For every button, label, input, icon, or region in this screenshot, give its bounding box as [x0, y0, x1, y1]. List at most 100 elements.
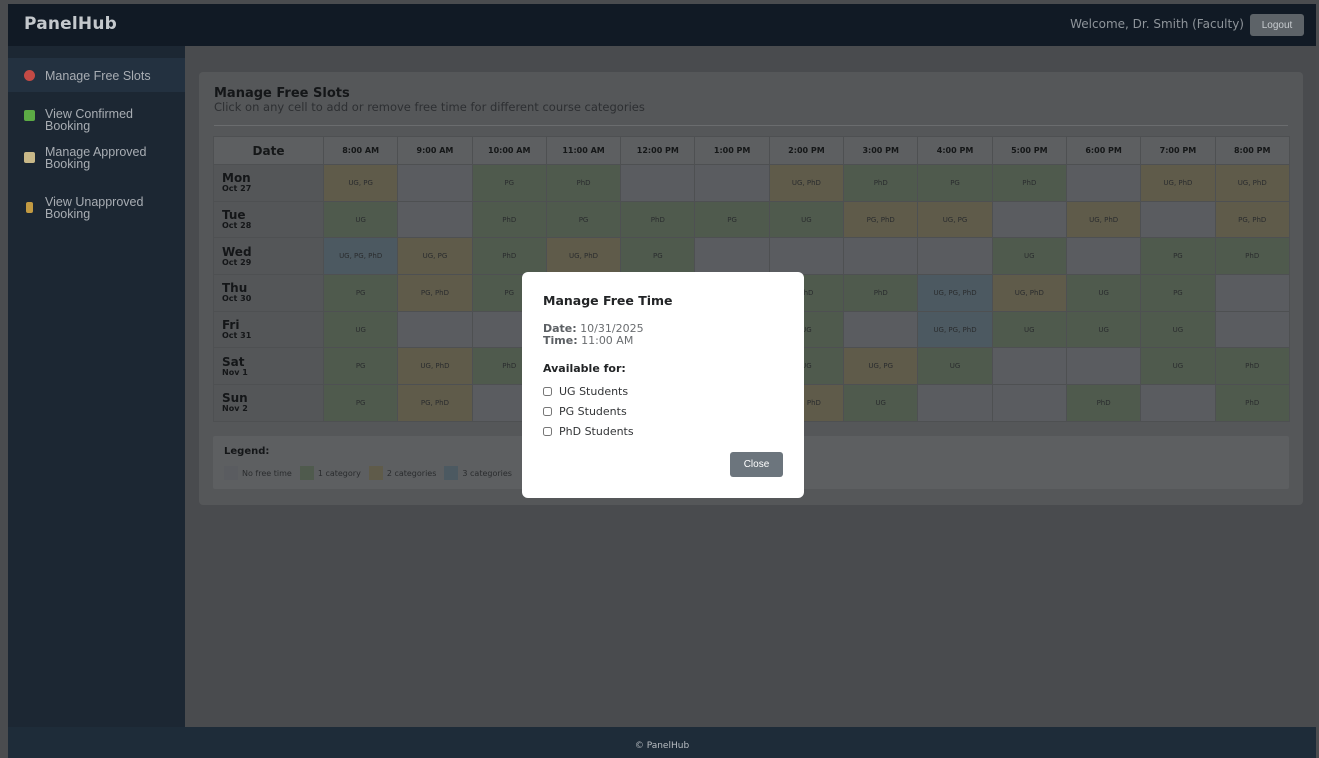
- slot-cell[interactable]: UG: [1140, 347, 1216, 386]
- sidebar-item-view-confirmed-booking[interactable]: View Confirmed Booking: [8, 108, 185, 134]
- slot-cell[interactable]: UG: [1065, 310, 1142, 349]
- slot-cell[interactable]: PhD: [843, 274, 919, 312]
- slot-cell[interactable]: UG, PG, PhD: [322, 237, 399, 276]
- slot-cell[interactable]: PG: [694, 200, 770, 239]
- alarm-clock-icon: [24, 70, 35, 81]
- slot-cell[interactable]: PhD: [1214, 384, 1290, 422]
- slot-cell[interactable]: PG: [620, 237, 696, 276]
- slot-cell[interactable]: UG, PhD: [1065, 200, 1142, 239]
- slot-cell[interactable]: UG, PG, PhD: [917, 274, 993, 312]
- slot-cell[interactable]: [397, 310, 473, 349]
- hourglass-icon: [26, 202, 33, 213]
- slot-cell[interactable]: [1065, 164, 1142, 202]
- slot-cell[interactable]: UG, PG: [322, 164, 399, 202]
- slot-cell[interactable]: UG, PhD: [397, 347, 473, 386]
- slot-cell[interactable]: PhD: [620, 200, 696, 239]
- slot-cell[interactable]: PG, PhD: [397, 384, 473, 422]
- slot-cell[interactable]: UG, PG: [843, 347, 919, 386]
- slot-cell[interactable]: PG: [1140, 237, 1216, 276]
- slot-cell[interactable]: UG: [917, 347, 993, 386]
- slot-cell[interactable]: UG, PhD: [1214, 164, 1290, 202]
- slot-cell[interactable]: PG: [1140, 274, 1216, 312]
- slot-cell[interactable]: [1140, 200, 1216, 239]
- slot-cell[interactable]: [1214, 310, 1290, 349]
- slot-cell[interactable]: [991, 200, 1067, 239]
- slot-cell[interactable]: [843, 237, 919, 276]
- slot-cell[interactable]: UG, PhD: [1140, 164, 1216, 202]
- option-ug-students[interactable]: UG Students: [543, 385, 628, 398]
- page-title: Manage Free Slots: [214, 86, 350, 101]
- slot-cell[interactable]: [991, 384, 1067, 422]
- time-column-header: 7:00 PM: [1140, 136, 1216, 165]
- slot-cell[interactable]: [1065, 237, 1142, 276]
- slot-cell[interactable]: PhD: [1214, 237, 1290, 276]
- slot-cell[interactable]: [768, 237, 845, 276]
- sidebar-item-manage-free-slots[interactable]: Manage Free Slots: [8, 58, 185, 92]
- slot-cell[interactable]: UG: [991, 310, 1067, 349]
- time-column-header: 1:00 PM: [694, 136, 770, 165]
- slot-cell[interactable]: UG: [843, 384, 919, 422]
- slot-cell[interactable]: PG: [917, 164, 993, 202]
- slot-cell[interactable]: [694, 237, 770, 276]
- slot-cell[interactable]: PG: [545, 200, 622, 239]
- slot-cell[interactable]: UG: [1065, 274, 1142, 312]
- slot-cell[interactable]: [1214, 274, 1290, 312]
- slot-cell[interactable]: UG: [768, 200, 845, 239]
- slot-cell[interactable]: PhD: [843, 164, 919, 202]
- day-cell: Fri Oct 31: [213, 310, 324, 349]
- slot-cell[interactable]: PhD: [545, 164, 622, 202]
- memo-icon: [24, 152, 35, 163]
- slot-cell[interactable]: PhD: [1214, 347, 1290, 386]
- slot-cell[interactable]: PG: [322, 347, 399, 386]
- slot-cell[interactable]: [1065, 347, 1142, 386]
- slot-cell[interactable]: PhD: [471, 237, 547, 276]
- phd-checkbox[interactable]: [543, 427, 552, 436]
- divider: [214, 125, 1288, 126]
- slot-cell[interactable]: [397, 200, 473, 239]
- sidebar-item-label: View Confirmed Booking: [45, 107, 134, 133]
- slot-cell[interactable]: UG: [322, 310, 399, 349]
- slot-cell[interactable]: PG: [471, 164, 547, 202]
- slot-cell[interactable]: UG: [322, 200, 399, 239]
- slot-cell[interactable]: PG: [322, 274, 399, 312]
- slot-cell[interactable]: UG: [991, 237, 1067, 276]
- slot-cell[interactable]: [917, 384, 993, 422]
- slot-cell[interactable]: PG, PhD: [1214, 200, 1290, 239]
- slot-cell[interactable]: [991, 347, 1067, 386]
- pg-checkbox[interactable]: [543, 407, 552, 416]
- logout-button[interactable]: Logout: [1250, 14, 1304, 36]
- slot-cell[interactable]: PhD: [471, 200, 547, 239]
- day-date: Oct 29: [222, 257, 252, 267]
- slot-cell[interactable]: UG, PhD: [768, 164, 845, 202]
- slot-cell[interactable]: [694, 164, 770, 202]
- manage-free-time-modal: Manage Free Time Date: 10/31/2025 Time: …: [522, 272, 804, 498]
- sidebar-item-manage-approved-booking[interactable]: Manage Approved Booking: [8, 146, 185, 176]
- day-name: Tue: [222, 208, 246, 223]
- slot-cell[interactable]: UG, PG: [917, 200, 993, 239]
- slot-cell[interactable]: [1140, 384, 1216, 422]
- slot-cell[interactable]: PhD: [991, 164, 1067, 202]
- slot-cell[interactable]: [620, 164, 696, 202]
- slot-cell[interactable]: UG, PG, PhD: [917, 310, 993, 349]
- slot-cell[interactable]: PG: [322, 384, 399, 422]
- brand-logo[interactable]: PanelHub: [24, 14, 117, 34]
- slot-cell[interactable]: UG: [1140, 310, 1216, 349]
- slot-cell[interactable]: PhD: [1065, 384, 1142, 422]
- option-pg-students[interactable]: PG Students: [543, 405, 627, 418]
- slot-cell[interactable]: UG, PG: [397, 237, 473, 276]
- slot-cell[interactable]: [843, 310, 919, 349]
- slot-cell[interactable]: [917, 237, 993, 276]
- legend-swatch: [299, 466, 314, 480]
- slot-cell[interactable]: PG, PhD: [843, 200, 919, 239]
- day-cell: Tue Oct 28: [213, 200, 324, 239]
- option-phd-students[interactable]: PhD Students: [543, 425, 634, 438]
- slot-cell[interactable]: UG, PhD: [991, 274, 1067, 312]
- slot-cell[interactable]: PG, PhD: [397, 274, 473, 312]
- day-date: Oct 28: [222, 221, 252, 231]
- ug-checkbox[interactable]: [543, 387, 552, 396]
- slot-cell[interactable]: [397, 164, 473, 202]
- slot-cell[interactable]: UG, PhD: [545, 237, 622, 276]
- close-button[interactable]: Close: [730, 452, 783, 477]
- day-name: Sun: [222, 391, 248, 406]
- sidebar-item-view-unapproved-booking[interactable]: View Unapproved Booking: [8, 196, 185, 226]
